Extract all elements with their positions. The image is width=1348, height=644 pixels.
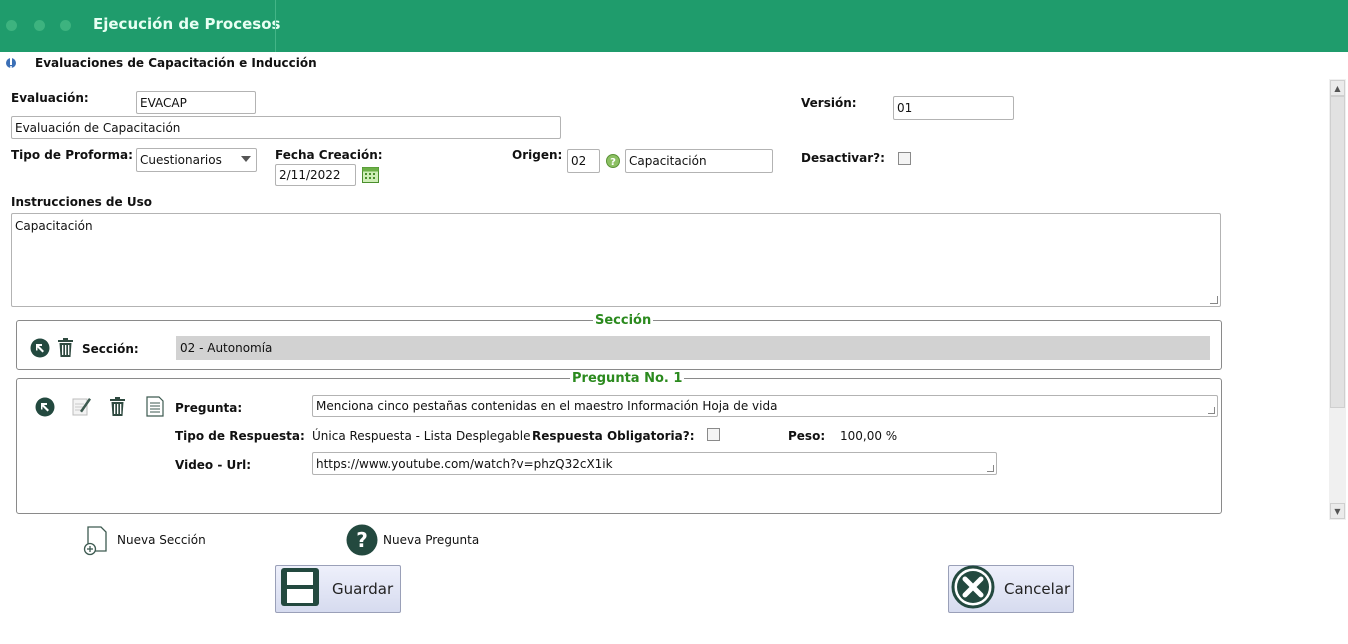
calendar-icon[interactable] (362, 167, 379, 187)
edit-icon[interactable] (72, 396, 92, 420)
tipo-proforma-value: Cuestionarios (140, 153, 222, 167)
cancelar-label: Cancelar (1004, 580, 1071, 598)
guardar-button[interactable]: Guardar (275, 565, 401, 613)
instrucciones-text: Capacitación (15, 219, 93, 233)
fecha-label: Fecha Creación: (275, 148, 383, 162)
tipo-respuesta-value: Única Respuesta - Lista Desplegable (312, 429, 531, 443)
peso-label: Peso: (788, 429, 826, 443)
scroll-up-arrow[interactable]: ▲ (1330, 80, 1345, 96)
version-input[interactable]: 01 (893, 96, 1014, 120)
obligatoria-checkbox[interactable] (707, 428, 720, 441)
save-icon (280, 567, 320, 611)
resize-handle-icon[interactable] (987, 465, 994, 472)
trash-icon[interactable] (57, 338, 74, 362)
video-url-text: https://www.youtube.com/watch?v=phzQ32cX… (316, 456, 613, 471)
instrucciones-textarea[interactable]: Capacitación (11, 213, 1221, 307)
window-dot-3[interactable] (60, 20, 71, 31)
desactivar-label: Desactivar?: (801, 151, 885, 165)
tipo-proforma-label: Tipo de Proforma: (11, 148, 133, 162)
origen-label: Origen: (512, 148, 563, 162)
page-subtitle: Evaluaciones de Capacitación e Inducción (35, 56, 317, 70)
seccion-value-field[interactable]: 02 - Autonomía (176, 336, 1210, 360)
guardar-label: Guardar (332, 580, 394, 598)
trash-icon[interactable] (109, 397, 126, 421)
seccion-label: Sección: (82, 342, 139, 356)
resize-handle-icon[interactable] (1208, 407, 1215, 414)
pregunta-label: Pregunta: (175, 401, 243, 415)
origen-code-input[interactable]: 02 (567, 149, 600, 173)
video-url-textarea[interactable]: https://www.youtube.com/watch?v=phzQ32cX… (312, 452, 997, 475)
version-label: Versión: (801, 96, 857, 110)
resize-handle-icon[interactable] (1210, 296, 1218, 304)
peso-value: 100,00 % (840, 429, 898, 443)
video-url-label: Video - Url: (175, 458, 252, 472)
document-icon[interactable] (146, 396, 164, 421)
title-bar-divider (275, 0, 276, 52)
tipo-proforma-select[interactable]: Cuestionarios (136, 148, 257, 172)
fecha-input[interactable]: 2/11/2022 (275, 164, 356, 186)
evaluacion-name-input[interactable]: Evaluación de Capacitación (11, 116, 561, 139)
obligatoria-label: Respuesta Obligatoria?: (532, 429, 695, 443)
new-section-icon[interactable] (83, 526, 109, 560)
move-up-icon[interactable] (30, 338, 50, 362)
move-up-icon[interactable] (35, 397, 55, 421)
cancel-icon (951, 565, 995, 613)
evaluacion-code-input[interactable]: EVACAP (136, 91, 256, 114)
evaluacion-label: Evaluación: (11, 91, 89, 105)
window-title: Ejecución de Procesos (93, 15, 281, 33)
scrollbar-thumb[interactable] (1330, 96, 1345, 408)
instrucciones-label: Instrucciones de Uso (11, 195, 152, 209)
window-dot-2[interactable] (34, 20, 45, 31)
pregunta-text: Menciona cinco pestañas contenidas en el… (316, 399, 778, 413)
svg-text:?: ? (356, 528, 368, 552)
pregunta-textarea[interactable]: Menciona cinco pestañas contenidas en el… (312, 395, 1218, 417)
chevron-down-icon (241, 156, 251, 162)
window-dot-1[interactable] (6, 20, 17, 31)
info-icon (5, 55, 17, 74)
origen-name-input[interactable]: Capacitación (625, 149, 773, 173)
help-icon[interactable]: ? (606, 153, 620, 172)
scroll-down-arrow[interactable]: ▼ (1330, 503, 1345, 519)
tipo-respuesta-label: Tipo de Respuesta: (175, 429, 305, 443)
pregunta-legend: Pregunta No. 1 (570, 371, 685, 386)
seccion-legend: Sección (593, 313, 654, 328)
cancelar-button[interactable]: Cancelar (948, 565, 1074, 613)
svg-text:?: ? (610, 157, 616, 168)
nueva-seccion-link[interactable]: Nueva Sección (117, 533, 206, 547)
desactivar-checkbox[interactable] (898, 152, 911, 165)
nueva-pregunta-link[interactable]: Nueva Pregunta (383, 533, 479, 547)
new-question-icon[interactable]: ? (346, 524, 378, 560)
